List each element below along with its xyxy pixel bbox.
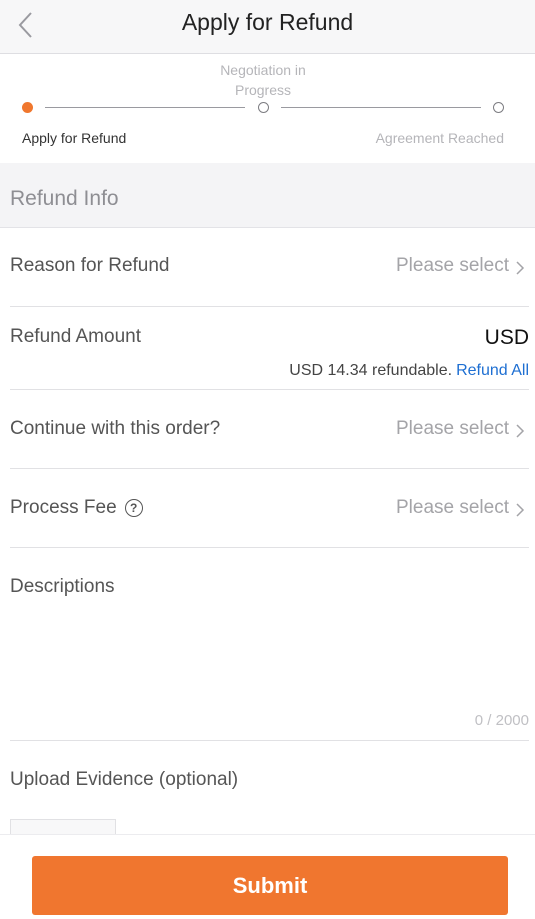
continue-order-label: Continue with this order?: [10, 418, 221, 439]
section-title: Refund Info: [10, 187, 119, 210]
step-connector-line: [281, 107, 481, 108]
refundable-info: USD 14.34 refundable. Refund All: [289, 362, 529, 380]
continue-order-row[interactable]: Continue with this order? Please select: [10, 389, 529, 469]
refund-amount-currency[interactable]: USD: [485, 326, 529, 350]
reason-label: Reason for Refund: [10, 255, 170, 276]
refund-all-link[interactable]: Refund All: [456, 362, 529, 379]
refund-progress-steps: Negotiation in Progress Apply for Refund…: [0, 54, 535, 163]
process-fee-select[interactable]: Please select: [396, 497, 509, 519]
process-fee-label: Process Fee: [10, 497, 117, 518]
reason-select[interactable]: Please select: [396, 255, 509, 277]
step-agreement-dot: [493, 102, 504, 113]
process-fee-row[interactable]: Process Fee? Please select: [10, 468, 529, 548]
reason-for-refund-row[interactable]: Reason for Refund Please select: [10, 228, 529, 307]
continue-order-select[interactable]: Please select: [396, 418, 509, 440]
descriptions-label: Descriptions: [10, 576, 115, 597]
description-char-counter: 0 / 2000: [474, 712, 529, 729]
step-apply-label: Apply for Refund: [22, 130, 127, 146]
step-negotiation-label: Negotiation in Progress: [220, 62, 306, 98]
step-connector-line: [45, 107, 245, 108]
refund-amount-label: Refund Amount: [10, 326, 141, 347]
submit-button[interactable]: Submit: [32, 856, 508, 915]
refundable-text: USD 14.34 refundable.: [289, 362, 453, 379]
chevron-right-icon: [516, 503, 525, 517]
footer-bar: Submit: [0, 834, 535, 919]
descriptions-field[interactable]: Descriptions 0 / 2000: [10, 547, 529, 741]
step-negotiation-dot: [258, 102, 269, 113]
step-agreement-label: Agreement Reached: [375, 130, 504, 146]
nav-bar: Apply for Refund: [0, 0, 535, 54]
step-apply-dot: [22, 102, 33, 113]
chevron-right-icon: [516, 261, 525, 275]
upload-evidence-label: Upload Evidence (optional): [10, 769, 239, 790]
refund-amount-row: Refund Amount USD USD 14.34 refundable. R…: [10, 306, 529, 390]
process-fee-label-group: Process Fee?: [10, 497, 143, 519]
refund-info-header: Refund Info: [0, 163, 535, 228]
help-icon[interactable]: ?: [124, 499, 143, 517]
page-title: Apply for Refund: [181, 9, 354, 35]
chevron-right-icon: [516, 424, 525, 438]
